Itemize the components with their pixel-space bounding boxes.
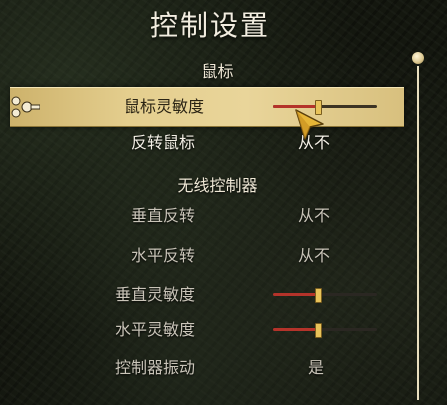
invert-horizontal-label: 水平反转	[130, 246, 195, 265]
invert-vertical-row[interactable]: 垂直反转 从不	[0, 198, 405, 234]
pointer-cursor-icon	[295, 109, 324, 140]
horizontal-sensitivity-row[interactable]: 水平灵敏度	[0, 312, 405, 348]
invert-vertical-label: 垂直反转	[130, 206, 195, 225]
controller-vibration-row[interactable]: 控制器振动 是	[0, 350, 405, 386]
scrollbar-thumb[interactable]	[412, 52, 424, 64]
page-title: 控制设置	[149, 9, 270, 42]
scrollbar[interactable]	[412, 52, 424, 400]
slider-handle[interactable]	[314, 288, 322, 303]
horizontal-sensitivity-slider[interactable]	[273, 323, 377, 338]
slider-fill	[273, 328, 317, 331]
section-heading-mouse: 鼠标	[201, 62, 234, 81]
slider-handle[interactable]	[314, 323, 322, 338]
section-heading-wireless-controller: 无线控制器	[177, 176, 258, 195]
invert-horizontal-value[interactable]: 从不	[298, 238, 330, 274]
slider-fill	[273, 293, 317, 296]
scrollbar-rail	[417, 66, 419, 400]
controller-vibration-value[interactable]: 是	[308, 350, 324, 386]
vertical-sensitivity-label: 垂直灵敏度	[114, 285, 195, 304]
vertical-sensitivity-slider[interactable]	[273, 288, 377, 303]
invert-mouse-label: 反转鼠标	[130, 133, 195, 152]
invert-vertical-value[interactable]: 从不	[298, 198, 330, 234]
invert-mouse-row[interactable]: 反转鼠标 从不	[0, 125, 405, 161]
invert-horizontal-row[interactable]: 水平反转 从不	[0, 238, 405, 274]
mouse-sensitivity-label: 鼠标灵敏度	[123, 97, 204, 116]
horizontal-sensitivity-label: 水平灵敏度	[114, 320, 195, 339]
ornament-knob-icon	[11, 96, 40, 118]
vertical-sensitivity-row[interactable]: 垂直灵敏度	[0, 277, 405, 313]
controller-vibration-label: 控制器振动	[114, 358, 195, 377]
mouse-sensitivity-row[interactable]: 鼠标灵敏度	[10, 87, 404, 127]
